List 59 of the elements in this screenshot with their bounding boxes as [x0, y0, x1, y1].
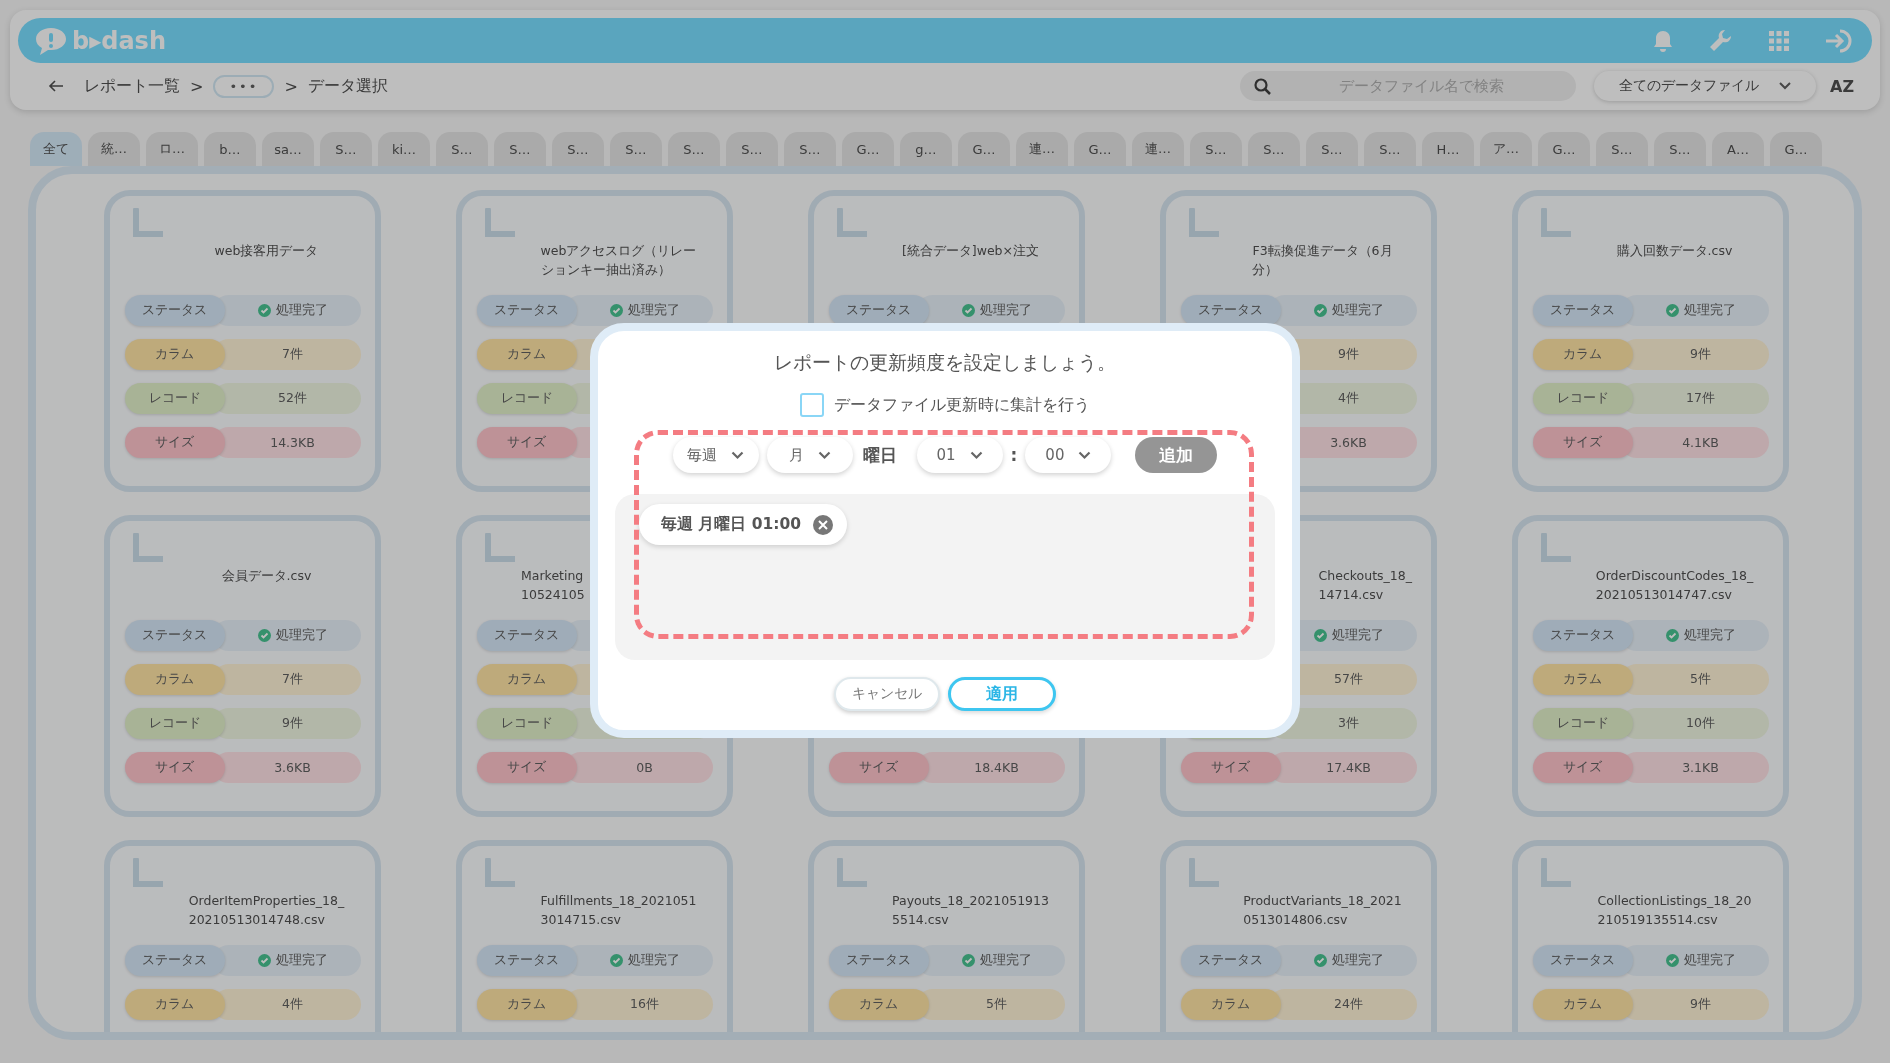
field-label: カラム	[828, 989, 929, 1020]
field-label: ステータス	[476, 620, 577, 651]
field-label: カラム	[1532, 339, 1633, 370]
field-label: レコード	[124, 708, 225, 739]
field-label: カラム	[476, 339, 577, 370]
file-name: Payouts_18_2021051913 5514.csv	[892, 892, 1049, 929]
field-label: レコード	[476, 708, 577, 739]
field-label: レコード	[476, 383, 577, 414]
field-label: ステータス	[476, 945, 577, 976]
dialog-title: レポートの更新頻度を設定しましょう。	[774, 350, 1116, 375]
field-label: カラム	[124, 989, 225, 1020]
field-label: カラム	[1532, 989, 1633, 1020]
weekday-label: 曜日	[862, 443, 897, 467]
field-label: カラム	[1180, 989, 1281, 1020]
field-label: ステータス	[828, 945, 929, 976]
checkbox-label: データファイル更新時に集計を行う	[834, 394, 1090, 416]
field-label: カラム	[124, 339, 225, 370]
field-label: カラム	[476, 664, 577, 695]
file-name: 会員データ.csv	[221, 567, 312, 585]
file-name: 購入回数データ.csv	[1616, 242, 1733, 260]
file-name: OrderItemProperties_18_ 20210513014748.csv	[188, 892, 345, 929]
field-label: ステータス	[476, 295, 577, 326]
field-label: ステータス	[1532, 945, 1633, 976]
logo-text: b▸dash	[72, 26, 166, 55]
file-name: Marketing 10524105	[521, 567, 585, 604]
file-name: CollectionListings_18_20 210519135514.csv	[1597, 892, 1752, 929]
field-label: ステータス	[124, 295, 225, 326]
field-label: サイズ	[476, 427, 577, 458]
breadcrumb-separator: >	[284, 76, 298, 96]
field-label: ステータス	[124, 945, 225, 976]
field-label: レコード	[1532, 708, 1633, 739]
field-label: レコード	[1532, 383, 1633, 414]
field-label: サイズ	[1180, 752, 1281, 783]
field-label: ステータス	[124, 620, 225, 651]
field-label: ステータス	[1532, 295, 1633, 326]
file-name: Checkouts_18_ 14714.csv	[1318, 567, 1412, 604]
field-label: サイズ	[1532, 427, 1633, 458]
breadcrumb-separator: >	[190, 76, 204, 96]
field-label: サイズ	[828, 752, 929, 783]
file-name: web接客用データ	[214, 242, 319, 260]
schedule-text: 毎週 月曜日 01:00	[661, 514, 802, 535]
field-label: サイズ	[124, 752, 225, 783]
field-label: サイズ	[1532, 752, 1633, 783]
field-label: カラム	[476, 989, 577, 1020]
file-name: F3転換促進データ（6月 分）	[1252, 242, 1393, 279]
breadcrumb-current: データ選択	[307, 75, 388, 97]
file-name: [統合データ]web×注文	[901, 242, 1040, 260]
field-label: レコード	[124, 383, 225, 414]
field-label: ステータス	[1180, 945, 1281, 976]
field-label: カラム	[124, 664, 225, 695]
field-label: サイズ	[124, 427, 225, 458]
file-name: OrderDiscountCodes_18_ 20210513014747.csv	[1595, 567, 1754, 604]
file-name: webアクセスログ（リレー ションキー抽出済み）	[540, 242, 697, 279]
time-separator: :	[1010, 445, 1018, 465]
file-name: Fulfillments_18_2021051 3014715.csv	[540, 892, 697, 929]
field-label: カラム	[1532, 664, 1633, 695]
file-name: ProductVariants_18_2021 0513014806.csv	[1243, 892, 1402, 929]
field-label: サイズ	[476, 752, 577, 783]
field-label: ステータス	[1532, 620, 1633, 651]
